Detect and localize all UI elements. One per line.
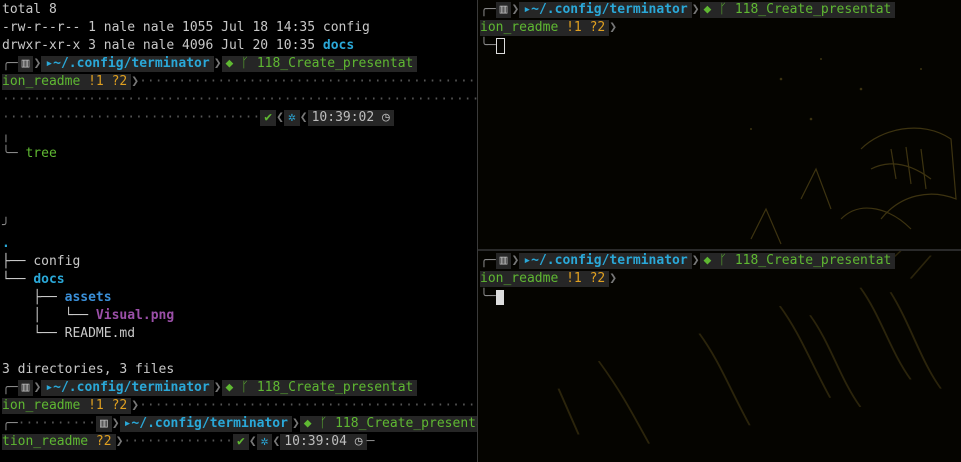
prompt-1-line2: ion_readme !1 ?2 ❯ ······················…: [2, 74, 477, 90]
command-line: ╰─ tree: [2, 146, 57, 161]
prompt-1-right: ································· ✔ ❮ ✲ ❮ …: [2, 109, 472, 127]
terminal-pane-bottom-right[interactable]: ╭─ ▥ ❯ ▸~/.config/terminator ❯ ◆ ᚴ 118_Cre…: [478, 251, 961, 462]
manjaro-icon: ▥: [495, 253, 512, 269]
prompt-2-line1: ╭─ ▥ ❯ ▸~/.config/terminator ❯ ◆ ᚴ 118_Cre…: [2, 379, 418, 397]
cursor: [495, 38, 505, 54]
prompt-3-line1: ╭─ ·········· ▥ ❯ ▸~/.config/terminator ❯ …: [2, 415, 477, 433]
prompt-line2: ion_readme !1 ?2 ❯: [480, 20, 618, 36]
branch-icon: ᚴ: [241, 380, 249, 395]
check-icon: ✔: [260, 110, 277, 126]
command: tree: [25, 146, 57, 161]
input-line[interactable]: ╰─: [480, 37, 505, 55]
git-status: !1 ?2: [88, 74, 128, 89]
input-line[interactable]: ╰─: [480, 288, 504, 306]
path: ~/.config/terminator: [53, 56, 210, 71]
clock-icon: ◷: [382, 110, 390, 125]
clock-icon: ◷: [354, 434, 363, 449]
branch-icon: ᚴ: [719, 253, 727, 268]
prompt-line2: ion_readme !1 ?2 ❯: [480, 271, 618, 287]
tree-line: └── docs: [2, 272, 65, 287]
tree-line: └── README.md: [2, 326, 136, 341]
folder-icon: ▸: [523, 253, 532, 268]
tree-line: ├── assets: [2, 290, 112, 305]
branch-icon: ᚴ: [719, 2, 727, 17]
manjaro-icon: ▥: [17, 380, 34, 396]
manjaro-icon: ▥: [17, 56, 34, 72]
branch-icon: ᚴ: [319, 416, 328, 431]
blank-corner: ╯: [2, 218, 10, 233]
terminal-pane-left[interactable]: total 8 -rw-r--r-- 1 nale nale 1055 Jul …: [0, 0, 477, 462]
dots-line: ········································…: [2, 92, 477, 107]
gear-icon: ✲: [283, 110, 300, 126]
github-icon: ◆: [703, 253, 712, 268]
terminal-pane-top-right[interactable]: ╭─ ▥ ❯ ▸~/.config/terminator ❯ ◆ ᚴ 118_Cre…: [478, 0, 961, 249]
prompt-1-line1: ╭─ ▥ ❯ ▸~/.config/terminator ❯ ◆ ᚴ 118_Cre…: [2, 55, 418, 73]
manjaro-icon: ▥: [495, 2, 512, 18]
tree-line: │ └── Visual.png: [2, 308, 175, 323]
ls-docs-name: docs: [322, 38, 355, 53]
prompt-line1: ╭─ ▥ ❯ ▸~/.config/terminator ❯ ◆ ᚴ 118_Cre…: [480, 252, 896, 270]
tree-root: .: [2, 236, 10, 251]
folder-icon: ▸: [523, 2, 532, 17]
github-icon: ◆: [225, 56, 234, 71]
ls-total: total 8: [2, 2, 57, 17]
prompt-2-line2: ion_readme !1 ?2 ❯ ······················…: [2, 398, 477, 414]
ls-docs-line: drwxr-xr-x 3 nale nale 4096 Jul 20 10:35…: [2, 38, 355, 53]
tree-line: ├── config: [2, 254, 81, 269]
prompt-corner: ╷: [2, 128, 10, 143]
github-icon: ◆: [703, 2, 712, 17]
github-icon: ◆: [303, 416, 312, 431]
ls-config-line: -rw-r--r-- 1 nale nale 1055 Jul 18 14:35…: [2, 20, 370, 35]
branch-icon: ᚴ: [241, 56, 249, 71]
cursor: [495, 289, 504, 305]
check-icon: ✔: [232, 434, 249, 450]
prompt-line1: ╭─ ▥ ❯ ▸~/.config/terminator ❯ ◆ ᚴ 118_Cre…: [480, 1, 896, 19]
background-art: [750, 58, 957, 245]
branch: 118_Create_presentat: [256, 56, 414, 71]
tree-summary: 3 directories, 3 files: [2, 362, 175, 377]
time: 10:39:02: [311, 110, 375, 125]
folder-icon: ▸: [45, 380, 54, 395]
folder-icon: ▸: [45, 56, 54, 71]
gear-icon: ✲: [256, 434, 273, 450]
manjaro-icon: ▥: [95, 416, 112, 432]
prompt-3-line2: tion_readme ?2 ❯ ·············· ✔ ❮ ✲ ❮ 10:…: [2, 434, 375, 450]
github-icon: ◆: [225, 380, 234, 395]
